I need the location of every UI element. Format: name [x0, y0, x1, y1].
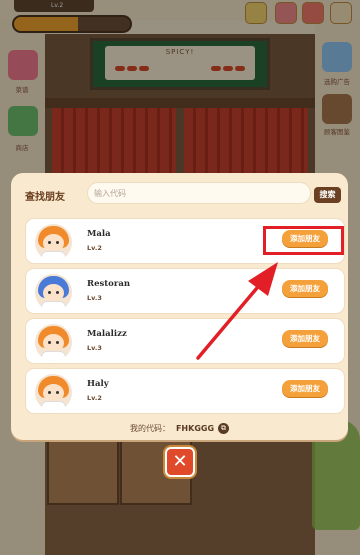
close-button[interactable]: ✕	[165, 447, 195, 477]
game-screen: SPICY! 菜谱 商店 选购广告 顾客图鉴 Lv.2 查找朋友 搜索	[0, 0, 360, 555]
